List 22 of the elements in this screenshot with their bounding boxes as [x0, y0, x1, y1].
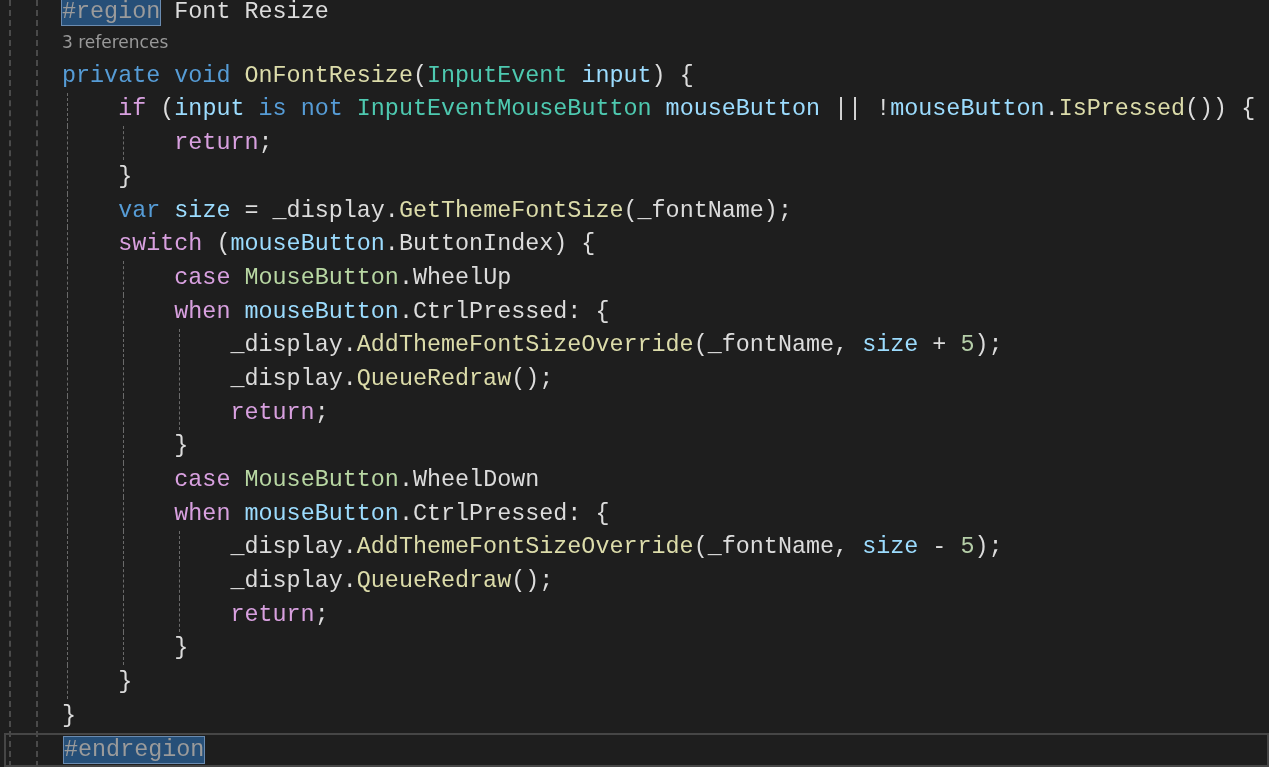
code-line: return;	[229, 600, 329, 629]
code-line: _display.QueueRedraw();	[229, 567, 554, 596]
code-line: case MouseButton.WheelUp	[173, 263, 512, 292]
code-line: _display.AddThemeFontSizeOverride(_fontName, size - 5);	[229, 533, 1003, 562]
code-line: _display.QueueRedraw();	[229, 365, 554, 394]
code-line: private void OnFontResize(InputEvent input) {	[62, 61, 694, 90]
codelens-link[interactable]: 3 references	[62, 32, 169, 52]
code-line: when mouseButton.CtrlPressed: {	[173, 297, 610, 326]
code-line: return;	[173, 129, 273, 158]
code-line: }	[62, 701, 77, 730]
code-line: switch (mouseButton.ButtonIndex) {	[117, 230, 596, 259]
code-line: when mouseButton.CtrlPressed: {	[173, 499, 610, 528]
code-line: var size = _display.GetThemeFontSize(_fontName);	[117, 196, 792, 225]
code-line: #region Font Resize	[62, 0, 329, 27]
code-line: if (input is not InputEventMouseButton mouseButton || !mouseButton.IsPressed()) {	[117, 95, 1256, 124]
code-line: case MouseButton.WheelDown	[173, 466, 540, 495]
code-line: }	[117, 162, 133, 191]
code-line: return;	[229, 398, 329, 427]
code-line: }	[173, 432, 189, 461]
code-line: }	[173, 634, 189, 663]
code-line: }	[117, 668, 133, 697]
code-line: _display.AddThemeFontSizeOverride(_fontName, size + 5);	[229, 331, 1003, 360]
